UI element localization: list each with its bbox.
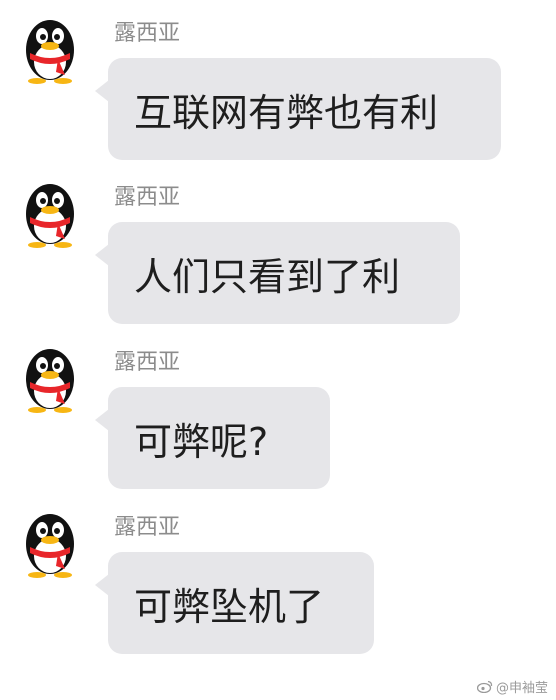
sender-name: 露西亚 <box>114 350 181 375</box>
message-bubble[interactable]: 人们只看到了利 <box>95 222 460 324</box>
sender-name: 露西亚 <box>114 515 181 540</box>
message-bubble[interactable]: 互联网有弊也有利 <box>95 58 501 160</box>
message-bubble[interactable]: 可弊呢? <box>95 387 330 489</box>
weibo-icon <box>476 680 493 693</box>
qq-penguin-icon[interactable] <box>18 176 82 248</box>
chat-log: 露西亚 互联网有弊也有利 露西亚 人们只看到了利 露西亚 可弊呢? 露西亚 可弊… <box>0 0 556 700</box>
sender-name: 露西亚 <box>114 185 181 210</box>
qq-penguin-icon[interactable] <box>18 12 82 84</box>
sender-name: 露西亚 <box>114 21 181 46</box>
message-bubble[interactable]: 可弊坠机了 <box>95 552 374 654</box>
qq-penguin-icon[interactable] <box>18 341 82 413</box>
qq-penguin-icon[interactable] <box>18 506 82 578</box>
watermark-text: @申袖莹 <box>495 681 548 696</box>
weibo-watermark: @申袖莹 <box>476 677 548 696</box>
